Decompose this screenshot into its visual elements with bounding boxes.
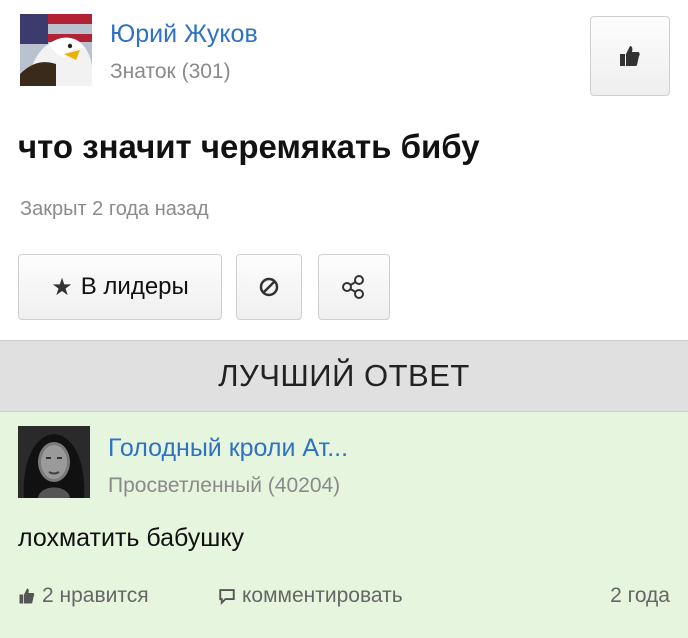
thumbs-up-icon bbox=[19, 588, 35, 604]
question-card: Юрий Жуков Знаток (301) что значит черем… bbox=[0, 0, 688, 340]
like-answer-button[interactable]: 2 нравится bbox=[18, 584, 149, 608]
best-answer-header: ЛУЧШИЙ ОТВЕТ bbox=[0, 340, 688, 412]
answer-text: лохматить бабушку bbox=[18, 524, 245, 552]
best-answer-title: ЛУЧШИЙ ОТВЕТ bbox=[218, 358, 470, 393]
answer-author-name[interactable]: Голодный кроли Ат... bbox=[108, 434, 348, 463]
comment-button[interactable]: комментировать bbox=[218, 584, 403, 608]
leaders-button-label: В лидеры bbox=[80, 273, 189, 300]
add-to-leaders-button[interactable]: ★ В лидеры bbox=[18, 254, 222, 320]
author-rank: Знаток (301) bbox=[110, 60, 231, 83]
block-icon bbox=[259, 277, 279, 297]
thumbs-up-icon bbox=[620, 46, 640, 66]
star-icon: ★ bbox=[51, 273, 73, 301]
comment-label: комментировать bbox=[242, 584, 403, 607]
answer-time: 2 года bbox=[610, 584, 670, 607]
question-status: Закрыт 2 года назад bbox=[20, 198, 209, 220]
likes-count: 2 нравится bbox=[42, 584, 149, 607]
share-icon bbox=[342, 275, 364, 299]
author-avatar[interactable] bbox=[20, 14, 92, 86]
best-answer-card: Голодный кроли Ат... Просветленный (4020… bbox=[0, 412, 688, 638]
answer-author-avatar[interactable] bbox=[18, 426, 90, 498]
like-button[interactable] bbox=[590, 16, 670, 96]
share-button[interactable] bbox=[318, 254, 390, 320]
comment-icon bbox=[219, 589, 235, 605]
answer-author-rank: Просветленный (40204) bbox=[108, 474, 341, 497]
report-button[interactable] bbox=[236, 254, 302, 320]
author-name[interactable]: Юрий Жуков bbox=[110, 20, 258, 49]
question-title: что значит черемякать бибу bbox=[18, 128, 480, 165]
